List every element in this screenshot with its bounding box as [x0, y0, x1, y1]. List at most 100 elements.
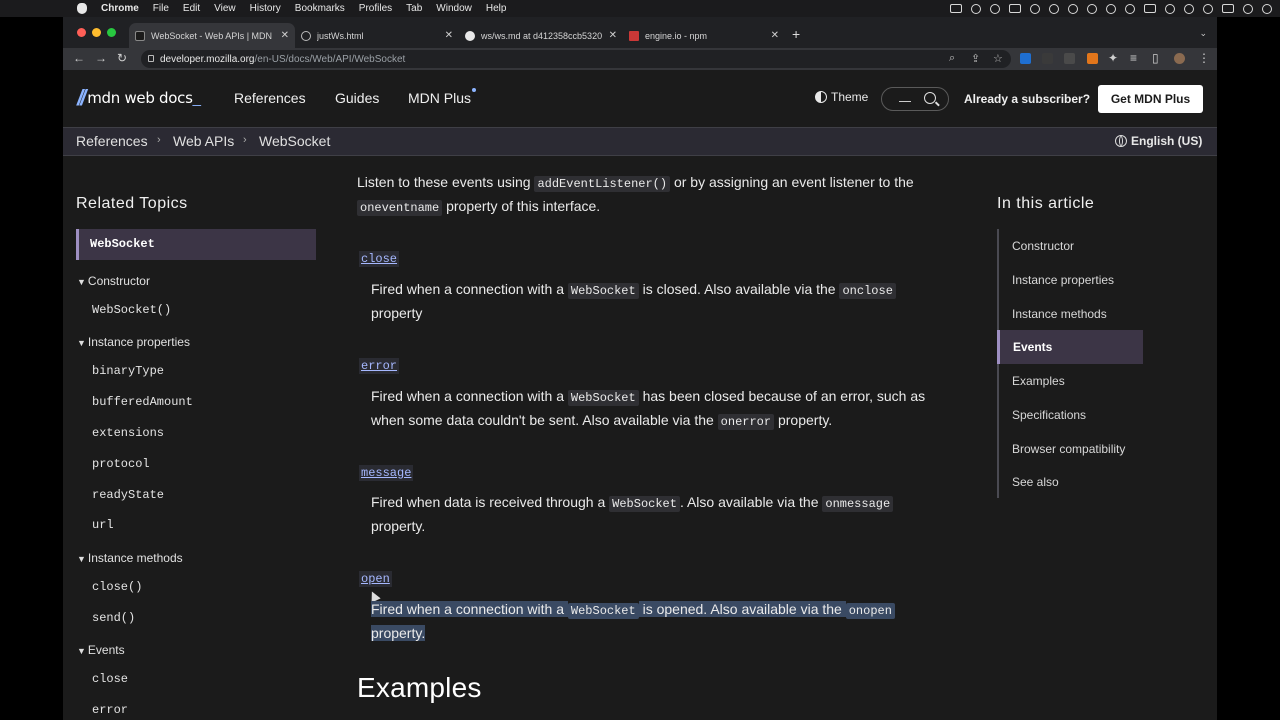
new-tab-icon[interactable]: +	[792, 26, 800, 42]
breadcrumb-websocket[interactable]: WebSocket	[259, 133, 330, 149]
reload-icon[interactable]: ↻	[117, 51, 127, 65]
sidebar-item-readystate[interactable]: readyState	[92, 488, 164, 502]
hd-icon[interactable]	[1009, 4, 1021, 13]
minimize-window-button[interactable]	[92, 28, 101, 37]
search-input[interactable]	[881, 87, 949, 111]
breadcrumb-web-apis[interactable]: Web APIs	[173, 133, 234, 149]
forward-icon[interactable]: →	[95, 51, 107, 65]
search-icon[interactable]	[1203, 3, 1213, 14]
zoom-window-button[interactable]	[107, 28, 116, 37]
siri-icon[interactable]	[1243, 3, 1253, 14]
sidebar-item-url[interactable]: url	[92, 518, 114, 532]
toc-item-constructor[interactable]: Constructor	[1012, 239, 1074, 253]
close-tab-icon[interactable]: ✕	[281, 30, 289, 41]
battery-icon[interactable]	[1144, 4, 1156, 13]
toc-item-browser-compatibility[interactable]: Browser compatibility	[1012, 442, 1125, 456]
address-bar[interactable]: developer.mozilla.org/en-US/docs/Web/API…	[141, 50, 1011, 68]
menu-file[interactable]: File	[153, 3, 169, 14]
sidebar-item-binarytype[interactable]: binaryType	[92, 364, 164, 378]
reading-list-icon[interactable]: ≡	[1130, 51, 1137, 65]
sidebar-item-extensions[interactable]: extensions	[92, 426, 164, 440]
breadcrumb-references[interactable]: References	[76, 133, 148, 149]
avatar[interactable]	[1174, 53, 1185, 64]
back-icon[interactable]: ←	[73, 51, 85, 65]
sidebar-item-close-event[interactable]: close	[92, 672, 128, 686]
extension-grey-icon[interactable]	[1042, 53, 1053, 64]
event-link-message[interactable]: message	[359, 465, 414, 481]
language-switcher[interactable]: English (US)	[1115, 134, 1202, 148]
sidebar-group-constructor[interactable]: ▼ Constructor	[77, 274, 150, 288]
camera-icon[interactable]	[950, 4, 962, 13]
sidebar-item-websocket[interactable]: WebSocket	[76, 229, 316, 260]
event-link-open[interactable]: open	[359, 571, 392, 587]
clock-icon[interactable]	[1106, 3, 1116, 14]
sidebar-item-close-method[interactable]: close()	[92, 580, 142, 594]
wifi-icon[interactable]	[1165, 3, 1175, 14]
bluetooth-icon[interactable]	[1125, 3, 1135, 14]
menu-edit[interactable]: Edit	[183, 3, 200, 14]
record-icon[interactable]	[1030, 3, 1040, 14]
nav-references[interactable]: References	[234, 90, 306, 106]
mdn-logo[interactable]: // mdn web docs _	[77, 87, 201, 109]
subscriber-link[interactable]: Already a subscriber?	[964, 92, 1090, 106]
star-icon[interactable]: ☆	[993, 52, 1003, 65]
toc-item-see-also[interactable]: See also	[1012, 475, 1059, 489]
close-window-button[interactable]	[77, 28, 86, 37]
tab-justws[interactable]: justWs.html ✕	[295, 23, 459, 48]
chevron-down-icon[interactable]: ⌄	[1199, 28, 1207, 39]
cloud-icon[interactable]	[990, 3, 1000, 14]
sidepanel-icon[interactable]: ▯	[1152, 51, 1159, 65]
nav-guides[interactable]: Guides	[335, 90, 379, 106]
get-mdn-plus-button[interactable]: Get MDN Plus	[1098, 85, 1203, 113]
sidebar-group-instance-properties[interactable]: ▼ Instance properties	[77, 335, 190, 349]
tab-npm[interactable]: engine.io - npm ✕	[623, 23, 785, 48]
apple-icon[interactable]	[77, 3, 87, 14]
sidebar-item-bufferedamount[interactable]: bufferedAmount	[92, 395, 193, 409]
sidebar-item-error-event[interactable]: error	[92, 703, 128, 717]
zoom-icon[interactable]: ⌕	[949, 52, 955, 65]
nav-mdn-plus[interactable]: MDN Plus	[408, 90, 471, 106]
text: Fired when data is received through a	[371, 494, 610, 510]
menu-profiles[interactable]: Profiles	[359, 3, 392, 14]
menu-view[interactable]: View	[214, 3, 236, 14]
toc-item-events[interactable]: Events	[997, 330, 1143, 364]
close-tab-icon[interactable]: ✕	[771, 30, 779, 41]
sidebar-item-websocket-ctor[interactable]: WebSocket()	[92, 303, 171, 317]
notification-icon[interactable]	[1262, 3, 1272, 14]
toc-item-instance-methods[interactable]: Instance methods	[1012, 307, 1107, 321]
toc-item-instance-properties[interactable]: Instance properties	[1012, 273, 1114, 287]
menu-chrome[interactable]: Chrome	[101, 3, 139, 14]
menu-history[interactable]: History	[250, 3, 281, 14]
toc-item-examples[interactable]: Examples	[1012, 374, 1065, 388]
share-icon[interactable]: ⇪	[971, 52, 980, 65]
close-tab-icon[interactable]: ✕	[445, 30, 453, 41]
user-icon[interactable]	[1184, 3, 1194, 14]
tab-github[interactable]: ws/ws.md at d412358ccb5320 ✕	[459, 23, 623, 48]
metamask-icon[interactable]	[1087, 53, 1098, 64]
sidebar-item-send-method[interactable]: send()	[92, 611, 135, 625]
event-link-close[interactable]: close	[359, 251, 400, 267]
toc-item-specifications[interactable]: Specifications	[1012, 408, 1086, 422]
theme-button[interactable]: Theme	[815, 90, 868, 104]
extension-dark-icon[interactable]	[1064, 53, 1075, 64]
paw-icon[interactable]	[1068, 3, 1078, 14]
sidebar-item-protocol[interactable]: protocol	[92, 457, 150, 471]
more-icon[interactable]: ⋮	[1198, 51, 1210, 65]
pin-icon[interactable]	[971, 3, 981, 14]
menu-bookmarks[interactable]: Bookmarks	[295, 3, 345, 14]
menu-window[interactable]: Window	[436, 3, 472, 14]
sidebar-group-events[interactable]: ▼ Events	[77, 643, 125, 657]
menu-help[interactable]: Help	[486, 3, 507, 14]
control-center-icon[interactable]	[1222, 4, 1234, 13]
target-icon[interactable]	[1087, 3, 1097, 14]
puzzle-icon[interactable]: ✦	[1108, 51, 1118, 65]
event-link-error[interactable]: error	[359, 358, 400, 374]
tab-mdn[interactable]: WebSocket - Web APIs | MDN ✕	[129, 23, 295, 48]
minus-circle-icon[interactable]	[1049, 3, 1059, 14]
extension-s-icon[interactable]	[1020, 53, 1031, 64]
sidebar-group-instance-methods[interactable]: ▼ Instance methods	[77, 551, 183, 565]
menu-tab[interactable]: Tab	[406, 3, 422, 14]
lock-icon[interactable]	[148, 55, 154, 62]
close-tab-icon[interactable]: ✕	[609, 30, 617, 41]
search-icon[interactable]	[924, 92, 936, 104]
